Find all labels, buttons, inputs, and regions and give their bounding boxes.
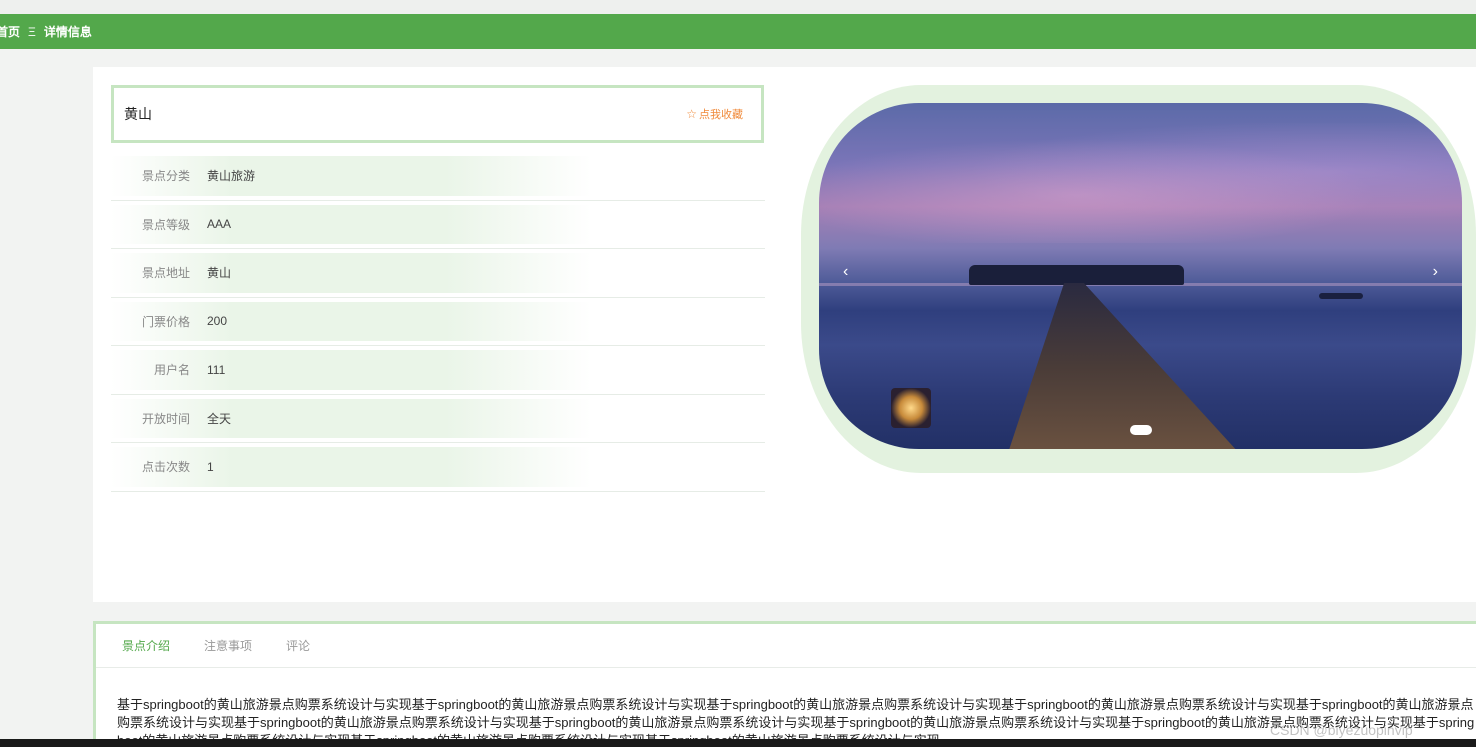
tab-notes[interactable]: 注意事项 (204, 637, 252, 654)
info-row-username: 用户名 111 (111, 346, 765, 395)
info-value: AAA (207, 217, 232, 232)
breadcrumb-current: 详情信息 (43, 25, 92, 39)
carousel-image-clouds (819, 123, 1462, 243)
info-label: 点击次数 (141, 460, 190, 475)
info-value: 1 (207, 459, 214, 474)
carousel-indicator[interactable] (1130, 425, 1152, 435)
watermark-text: CSDN @biyezuopinvip (1270, 722, 1413, 738)
info-row-price: 门票价格 200 (111, 298, 765, 346)
breadcrumb: 首页 Ξ 详情信息 (0, 14, 1476, 49)
carousel-prev-icon[interactable]: ‹ (843, 263, 848, 281)
image-carousel[interactable]: ‹ › (819, 103, 1462, 449)
browser-top-strip (0, 0, 1476, 14)
carousel-image-lantern (891, 388, 931, 428)
info-label: 景点分类 (141, 169, 190, 184)
breadcrumb-separator-icon: Ξ (28, 24, 36, 39)
info-value: 200 (207, 314, 228, 329)
info-list: 景点分类 黄山旅游 景点等级 AAA 景点地址 黄山 门票价格 200 用户名 … (111, 152, 765, 492)
tabs-card: 景点介绍 注意事项 评论 基于springboot的黄山旅游景点购票系统设计与实… (93, 621, 1476, 747)
info-label: 景点地址 (141, 266, 190, 281)
tab-comments[interactable]: 评论 (286, 637, 310, 654)
collect-button-label: 点我收藏 (699, 109, 743, 121)
info-row-level: 景点等级 AAA (111, 201, 765, 249)
info-row-open-time: 开放时间 全天 (111, 395, 765, 443)
info-row-clicks: 点击次数 1 (111, 443, 765, 492)
carousel-image-pier (1008, 283, 1239, 449)
spot-title-box: 黄山 ☆ 点我收藏 (111, 85, 764, 143)
info-value: 黄山 (207, 266, 232, 281)
info-label: 景点等级 (141, 217, 190, 232)
info-row-address: 景点地址 黄山 (111, 249, 765, 298)
info-value: 黄山旅游 (207, 169, 256, 184)
star-outline-icon: ☆ (686, 107, 697, 121)
carousel-next-icon[interactable]: › (1433, 263, 1438, 281)
breadcrumb-home-link[interactable]: 首页 (0, 23, 20, 40)
carousel-image-villas (969, 265, 1184, 285)
tab-bar: 景点介绍 注意事项 评论 (96, 624, 1476, 668)
spot-name: 黄山 (124, 106, 152, 122)
tab-intro[interactable]: 景点介绍 (122, 637, 170, 654)
info-value: 111 (207, 362, 226, 377)
info-label: 门票价格 (141, 314, 190, 329)
collect-button[interactable]: ☆ 点我收藏 (686, 106, 743, 122)
info-row-category: 景点分类 黄山旅游 (111, 152, 765, 201)
carousel-image-boat (1319, 293, 1363, 299)
info-label: 开放时间 (141, 411, 190, 426)
info-label: 用户名 (153, 363, 190, 378)
info-value: 全天 (207, 411, 232, 426)
screen-bottom-bar (0, 739, 1476, 747)
